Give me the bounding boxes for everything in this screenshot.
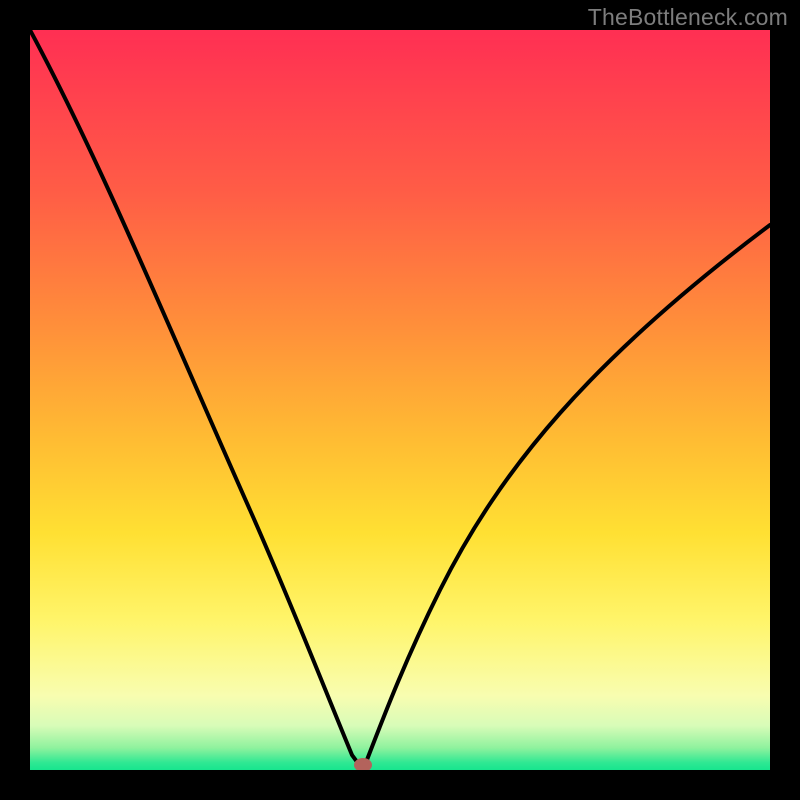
plot-area [30, 30, 770, 770]
bottleneck-curve-svg [30, 30, 770, 770]
watermark-text: TheBottleneck.com [588, 4, 788, 31]
bottleneck-curve [30, 30, 770, 770]
chart-frame: TheBottleneck.com [0, 0, 800, 800]
